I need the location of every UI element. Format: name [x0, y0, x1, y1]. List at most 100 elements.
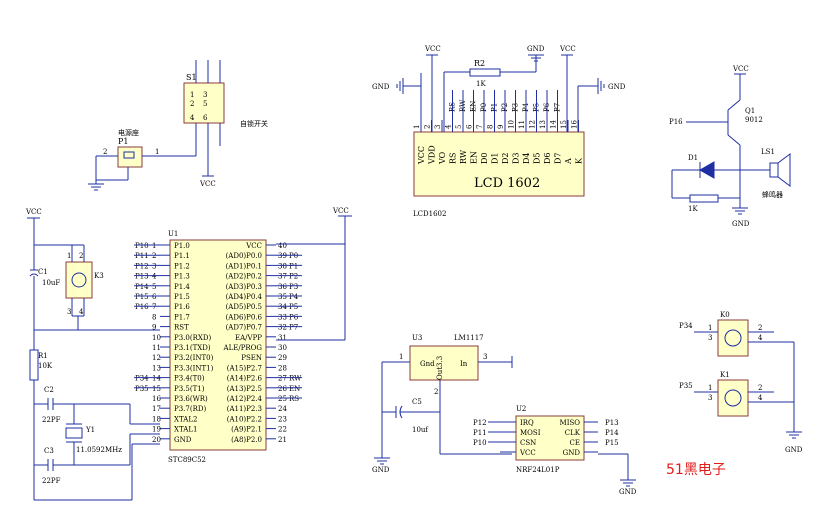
u1-right-pin-number: 29	[278, 354, 287, 362]
u1-right-pin-number: 24	[278, 405, 287, 413]
u1-left-pin-name: P1.1	[174, 252, 190, 260]
u1-right-pin-net: P3	[289, 283, 298, 291]
u1-right-pin-net: P1	[289, 262, 298, 270]
c3-ref: C3	[44, 447, 54, 455]
lcd-pin-number: 1	[413, 125, 421, 129]
u2-rf-module: U2 NRF24L01P IRQ P12 MISO P13 MOSI P11 CLK P14 C…	[473, 405, 637, 496]
u1-right-pin-number: 25	[278, 395, 287, 403]
u2-left-pin-net: P12	[473, 419, 487, 427]
gnd-label: GND	[372, 466, 390, 474]
p1-pin2: 2	[103, 148, 107, 156]
u2-ref: U2	[516, 405, 526, 413]
u1-left-pin-number: 2	[152, 252, 156, 260]
vcc-symbol: VCC	[559, 45, 576, 56]
k0-pin1: 1	[708, 324, 712, 332]
u1-right-pin-name: (A8)P2.0	[231, 436, 262, 444]
u1-left-pin-name: P3.3(INT1)	[174, 364, 214, 372]
u1-right-pin-net: P7	[289, 324, 298, 332]
p1-body	[117, 146, 143, 168]
u1-left-pin-name: P3.7(RD)	[174, 405, 206, 413]
u1-right-pin-number: 34	[278, 303, 287, 311]
u1-right-pin-number: 30	[278, 344, 287, 352]
lcd-pin-number: 6	[466, 124, 474, 129]
lcd-pin-name: VDD	[428, 145, 437, 165]
k0-button: K0 P34 1 3 2 4	[679, 311, 794, 357]
u3-in-label: In	[460, 360, 468, 368]
u2-left-pin-net: P11	[473, 429, 487, 437]
u2-left-pin-net: P10	[473, 439, 487, 447]
u1-left-pin-name: P3.1(TXD)	[174, 344, 211, 352]
u2-left-pin-name: IRQ	[520, 419, 534, 427]
u1-right-pin-name: (A10)P2.2	[227, 415, 262, 423]
r2-resistor	[469, 68, 501, 77]
u2-part: NRF24L01P	[516, 466, 560, 474]
y1-ref: Y1	[85, 426, 95, 434]
u1-right-pin-name: (AD1)P0.1	[226, 262, 262, 270]
u1-right-pin-number: 27	[278, 375, 287, 383]
u1-right-pin-net: P5	[289, 303, 298, 311]
s1-pin6: 6	[203, 114, 208, 122]
k3-ref: K3	[94, 272, 104, 280]
u1-left-pin-name: RST	[174, 324, 189, 332]
k0-pin2: 2	[758, 324, 762, 332]
k0-ref: K0	[720, 311, 730, 319]
gnd-label: GND	[619, 488, 637, 496]
u1-right-pin-name: ALE/PROG	[223, 344, 263, 352]
u1-right-pin-name: (A12)P2.4	[227, 395, 263, 403]
u2-right-pin-name: GND	[563, 449, 581, 457]
gnd-label: GND	[608, 83, 626, 91]
lcd-pin-number: 13	[539, 120, 547, 129]
lcd-pin-name: VO	[438, 151, 447, 165]
k1-net: P35	[679, 382, 693, 390]
u1-right-pin-number: 40	[278, 242, 287, 250]
buzzer-icon	[777, 153, 791, 187]
gnd-symbol: GND	[732, 207, 750, 228]
u1-ref: U1	[168, 230, 178, 238]
u1-right-pin-name: (AD5)P0.5	[226, 303, 262, 311]
u1-left-pin-number: 19	[152, 426, 161, 434]
lcd-pin-name: D5	[533, 152, 542, 164]
d1-resistor	[689, 194, 719, 203]
lcd-pin-number: 2	[424, 125, 432, 129]
u1-right-pin-name: (AD0)P0.0	[226, 252, 262, 260]
lcd-ref: LCD1602	[413, 210, 446, 218]
u1-left-pin-number: 17	[152, 405, 161, 413]
k0-pin3: 3	[708, 334, 712, 342]
u1-left-pin-number: 1	[152, 242, 156, 250]
u1-right-pin-number: 33	[278, 313, 287, 321]
u1-left-pin-net: P34	[135, 375, 149, 383]
u1-right-pin-number: 26	[278, 385, 287, 393]
lcd-pin-number: 12	[529, 120, 537, 129]
u1-right-pin-name: (AD7)P0.7	[226, 324, 262, 332]
q1-ref: Q1	[745, 107, 755, 115]
s1-pin1: 1	[190, 91, 194, 99]
u1-left-pin-net: P11	[135, 252, 149, 260]
u1-part: STC89C52	[168, 456, 206, 464]
u1-left-pin-net: P15	[135, 293, 149, 301]
u1-left-pin-name: P1.5	[174, 293, 190, 301]
u1-left-pin-name: P3.6(WR)	[174, 395, 208, 403]
c1-ref: C1	[38, 268, 48, 276]
u1-right-pin-net: P4	[289, 293, 299, 301]
ls1-label: 蜂鸣器	[762, 190, 783, 199]
u3-gnd-label: Gnd	[420, 360, 435, 368]
u1-left-pin-net: P14	[135, 283, 149, 291]
u1-left-pin-name: P3.0(RXD)	[174, 334, 211, 342]
u1-right-pin-name: (A9)P2.1	[231, 426, 262, 434]
u1-left-pin-number: 12	[152, 354, 161, 362]
u1-right-pin-net: RW	[289, 375, 302, 383]
u1-right-pin-number: 36	[278, 283, 287, 291]
d1-resistor-value: 1K	[688, 205, 698, 213]
u1-left-pin-name: GND	[174, 436, 192, 444]
lcd-pin-number: 7	[476, 125, 484, 129]
q1-net: P16	[669, 118, 683, 126]
c2-value: 22PF	[42, 416, 61, 424]
u1-right-pin-name: (AD6)P0.6	[226, 313, 263, 321]
lcd-pin-number: 11	[518, 120, 526, 129]
gnd-symbol: GND	[785, 431, 803, 454]
u1-right-pin-number: 28	[278, 364, 287, 372]
u1-right-pin-number: 38	[278, 262, 287, 270]
u1-left-pin-number: 9	[152, 324, 156, 332]
gnd-label: GND	[372, 83, 390, 91]
k1-ref: K1	[720, 371, 730, 379]
